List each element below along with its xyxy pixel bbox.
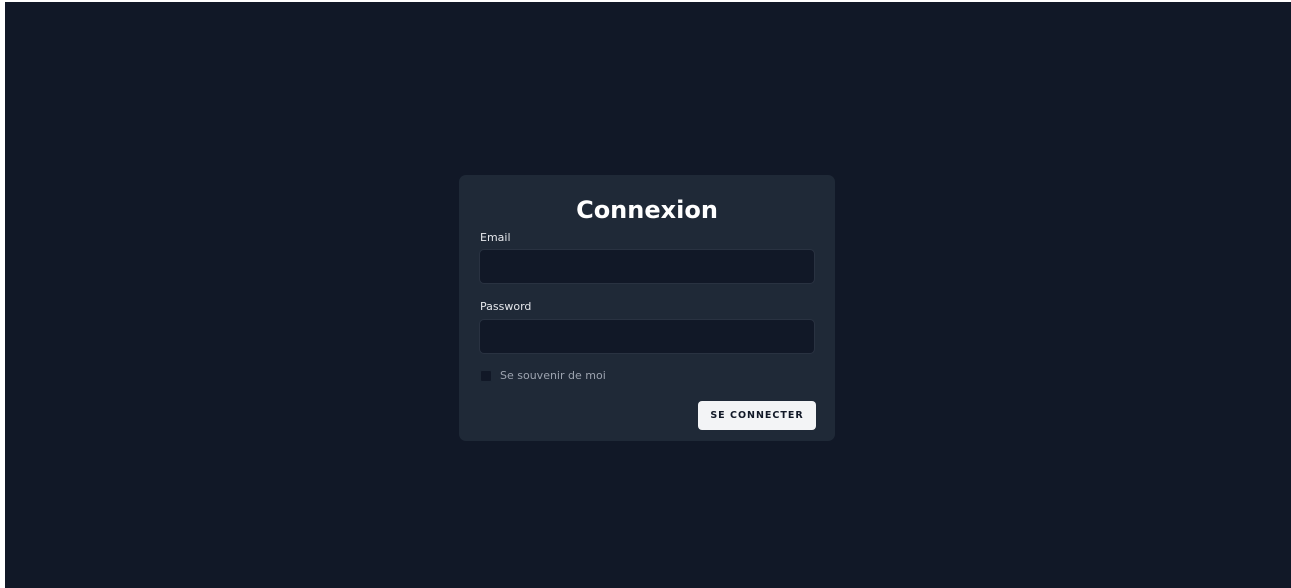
remember-me-checkbox[interactable] [480, 370, 492, 382]
remember-me-label[interactable]: Se souvenir de moi [500, 369, 606, 383]
password-input[interactable] [479, 319, 815, 354]
login-submit-button[interactable]: SE CONNECTER [698, 401, 816, 430]
password-label: Password [480, 300, 532, 313]
email-label: Email [480, 231, 511, 244]
page-background: Connexion Email Password Se souvenir de … [5, 2, 1291, 588]
login-card: Connexion Email Password Se souvenir de … [459, 175, 835, 441]
login-title: Connexion [576, 196, 718, 224]
remember-me-row: Se souvenir de moi [480, 369, 606, 383]
email-input[interactable] [479, 249, 815, 284]
